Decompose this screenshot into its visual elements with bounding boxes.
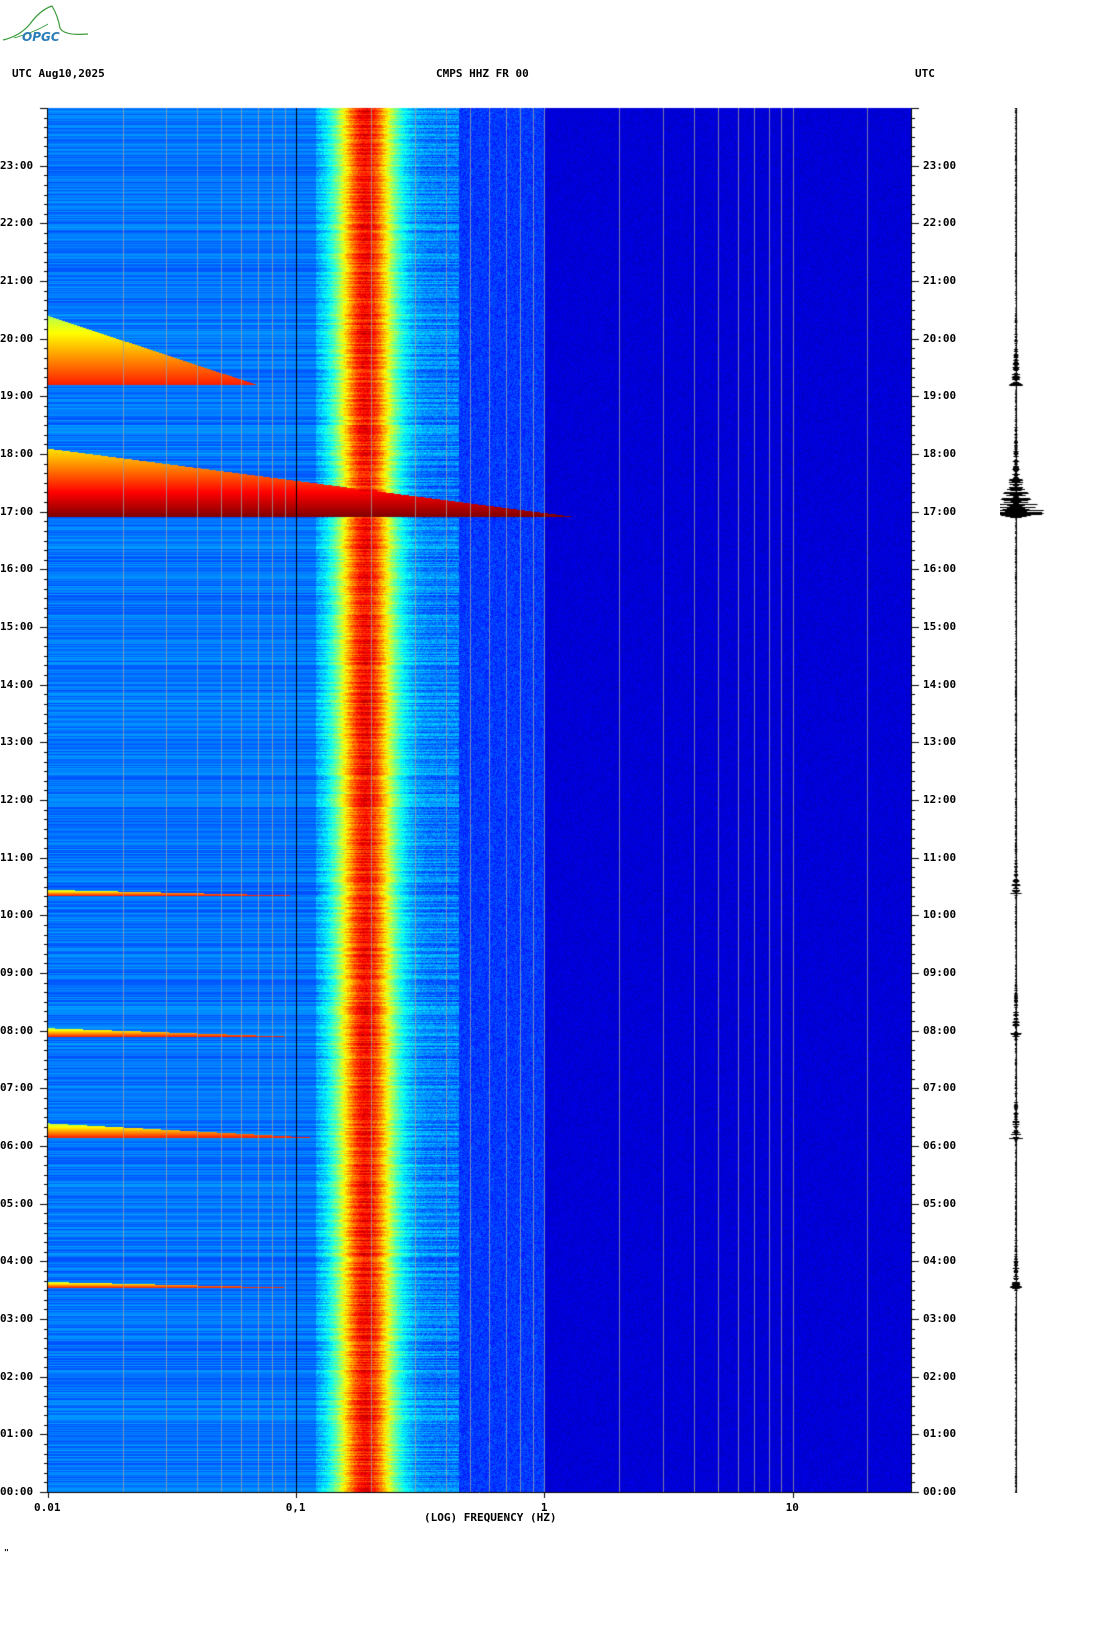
y-tick-label-right: 05:00 <box>923 1196 957 1210</box>
y-tick-label-right: 11:00 <box>923 850 957 864</box>
chart-title: CMPS HHZ FR 00 <box>436 67 529 80</box>
y-tick-label-right: 16:00 <box>923 562 957 576</box>
y-tick-label-left: 21:00 <box>0 274 34 287</box>
y-tick-label-right: 18:00 <box>923 447 957 460</box>
y-tick-label-left: 19:00 <box>0 389 34 403</box>
y-tick-label-left: 15:00 <box>0 620 34 633</box>
header-left-label: UTC Aug10,2025 <box>12 67 105 80</box>
y-tick-label-right: 21:00 <box>923 274 957 287</box>
y-tick-label-right: 12:00 <box>923 793 957 806</box>
y-tick-label-left: 06:00 <box>0 1139 34 1152</box>
y-tick-label-right: 14:00 <box>923 677 957 691</box>
y-tick-label-left: 08:00 <box>0 1023 34 1037</box>
y-tick-label-left: 00:00 <box>0 1485 34 1498</box>
y-tick-label-right: 09:00 <box>923 966 957 979</box>
header-right-label: UTC <box>915 67 935 80</box>
y-tick-label-right: 19:00 <box>923 389 957 403</box>
y-tick-label-left: 18:00 <box>0 447 34 460</box>
y-tick-label-right: 17:00 <box>923 504 957 518</box>
y-tick-label-right: 10:00 <box>923 908 957 922</box>
y-tick-label-left: 14:00 <box>0 677 34 691</box>
corner-mark: " <box>4 1548 9 1557</box>
y-tick-label-left: 13:00 <box>0 735 34 749</box>
y-tick-label-right: 13:00 <box>923 735 957 749</box>
x-tick-label: 10 <box>785 1501 799 1514</box>
spectrogram-heatmap <box>0 0 1102 1634</box>
y-tick-label-left: 03:00 <box>0 1312 34 1325</box>
y-tick-label-right: 08:00 <box>923 1023 957 1037</box>
y-tick-label-right: 01:00 <box>923 1427 957 1441</box>
y-tick-label-left: 04:00 <box>0 1254 34 1268</box>
y-tick-label-left: 23:00 <box>0 158 34 172</box>
y-tick-label-left: 05:00 <box>0 1196 34 1210</box>
y-tick-label-left: 02:00 <box>0 1369 34 1383</box>
y-tick-label-left: 22:00 <box>0 216 34 230</box>
y-tick-label-right: 22:00 <box>923 216 957 230</box>
y-tick-label-right: 00:00 <box>923 1485 957 1498</box>
y-tick-label-right: 20:00 <box>923 331 957 345</box>
y-tick-label-left: 20:00 <box>0 331 34 345</box>
y-tick-label-right: 04:00 <box>923 1254 957 1268</box>
y-tick-label-right: 15:00 <box>923 620 957 633</box>
y-tick-label-right: 06:00 <box>923 1139 957 1152</box>
y-tick-label-right: 03:00 <box>923 1312 957 1325</box>
y-tick-label-right: 23:00 <box>923 158 957 172</box>
y-tick-label-left: 09:00 <box>0 966 34 979</box>
logo-text: OPGC <box>22 30 60 44</box>
y-tick-label-left: 16:00 <box>0 562 34 576</box>
y-tick-label-left: 10:00 <box>0 908 34 922</box>
y-tick-label-left: 07:00 <box>0 1081 34 1095</box>
y-tick-label-left: 12:00 <box>0 793 34 806</box>
seismogram-trace <box>1000 108 1060 1493</box>
x-axis-label: (LOG) FREQUENCY (HZ) <box>424 1511 557 1524</box>
y-tick-label-right: 07:00 <box>923 1081 957 1095</box>
y-tick-label-left: 11:00 <box>0 850 34 864</box>
y-tick-label-left: 17:00 <box>0 504 34 518</box>
x-tick-label: 0.01 <box>34 1501 61 1514</box>
y-tick-label-left: 01:00 <box>0 1427 34 1441</box>
y-tick-label-right: 02:00 <box>923 1369 957 1383</box>
x-tick-label: 0,1 <box>285 1501 306 1514</box>
